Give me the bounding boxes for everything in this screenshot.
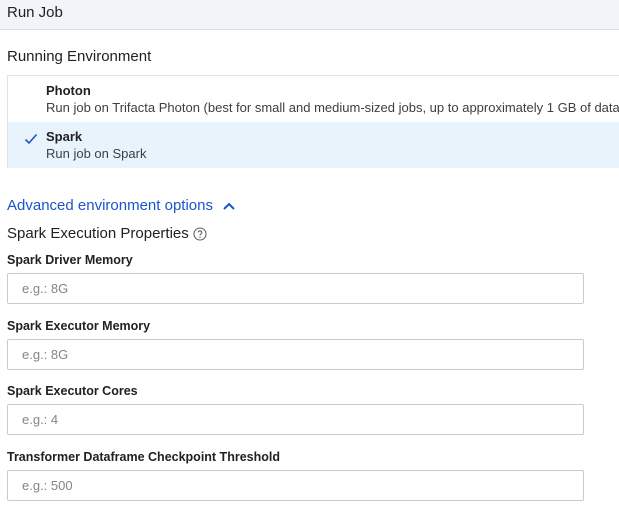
running-environment-title: Running Environment xyxy=(7,48,152,65)
environment-name: Spark xyxy=(46,129,83,144)
environment-list: Photon Run job on Trifacta Photon (best … xyxy=(7,75,619,168)
advanced-options-toggle[interactable]: Advanced environment options xyxy=(7,197,235,214)
checkpoint-threshold-input[interactable] xyxy=(7,470,584,501)
page-title: Run Job xyxy=(7,4,63,21)
help-icon[interactable] xyxy=(193,226,207,241)
checkpoint-threshold-label: Transformer Dataframe Checkpoint Thresho… xyxy=(7,450,280,464)
spark-properties-label: Spark Execution Properties xyxy=(7,225,189,242)
advanced-options-label: Advanced environment options xyxy=(7,197,213,214)
spark-executor-memory-input[interactable] xyxy=(7,339,584,370)
spark-executor-memory-label: Spark Executor Memory xyxy=(7,319,151,333)
dialog-header: Run Job xyxy=(0,0,619,30)
environment-name: Photon xyxy=(46,83,91,98)
chevron-up-icon xyxy=(223,202,235,210)
environment-description: Run job on Spark xyxy=(46,146,147,161)
spark-driver-memory-input[interactable] xyxy=(7,273,584,304)
spark-executor-cores-input[interactable] xyxy=(7,404,584,435)
spark-properties-title: Spark Execution Properties xyxy=(7,225,207,242)
environment-option-photon[interactable]: Photon Run job on Trifacta Photon (best … xyxy=(8,76,619,122)
spark-driver-memory-label: Spark Driver Memory xyxy=(7,253,133,267)
environment-description: Run job on Trifacta Photon (best for sma… xyxy=(46,100,619,115)
environment-option-spark[interactable]: Spark Run job on Spark xyxy=(8,122,619,168)
check-icon xyxy=(24,133,38,145)
spark-executor-cores-label: Spark Executor Cores xyxy=(7,384,138,398)
